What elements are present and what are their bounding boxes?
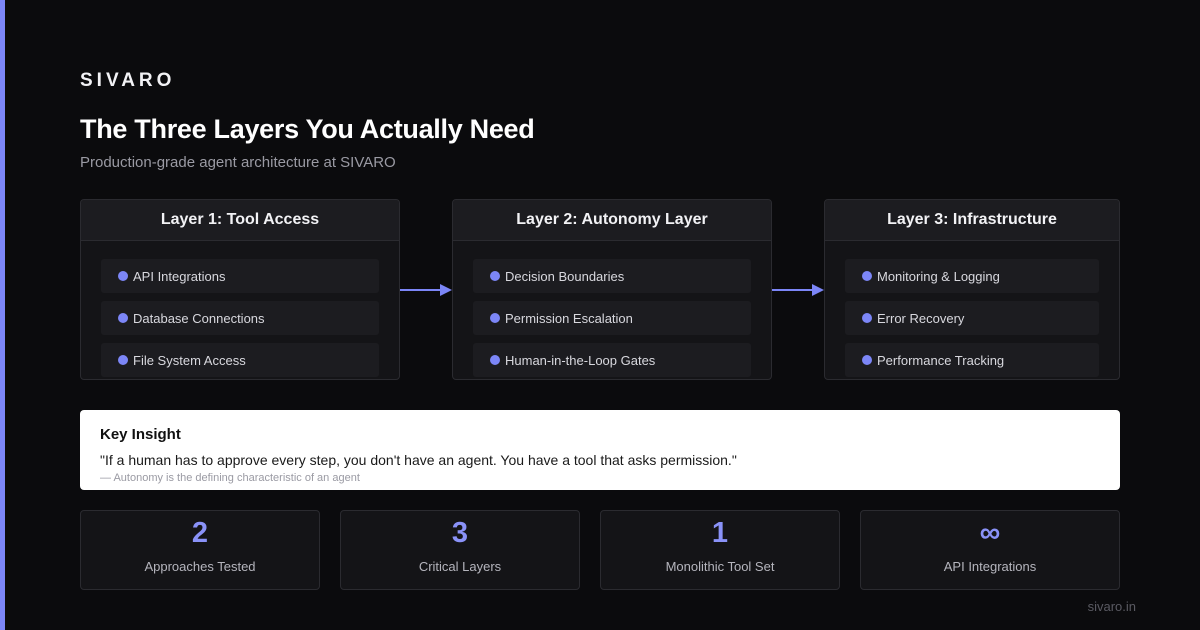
stat-label: Critical Layers: [418, 559, 502, 574]
layer-item: Monitoring & Logging: [845, 259, 1099, 293]
layer-card-autonomy: Layer 2: Autonomy Layer Decision Boundar…: [452, 199, 772, 380]
layer-item: Permission Escalation: [473, 301, 751, 335]
stat-value: 1: [711, 517, 729, 549]
layer-item: Performance Tracking: [845, 343, 1099, 377]
layer-item: File System Access: [101, 343, 379, 377]
layer-item-label: Error Recovery: [877, 310, 965, 326]
stat-value: 3: [451, 517, 469, 549]
layer-item: API Integrations: [101, 259, 379, 293]
arrow-right-icon: [400, 284, 452, 296]
layer-item-label: Decision Boundaries: [505, 268, 625, 284]
bullet-dot-icon: [862, 355, 872, 365]
stat-card: 3 Critical Layers: [340, 510, 580, 590]
insight-attribution: — Autonomy is the defining characteristi…: [100, 472, 360, 484]
bullet-dot-icon: [862, 313, 872, 323]
insight-quote: "If a human has to approve every step, y…: [100, 452, 737, 468]
brand-logo: SIVARO: [80, 70, 176, 91]
insight-title: Key Insight: [100, 426, 181, 443]
stat-value: 2: [191, 517, 209, 549]
layer-item: Database Connections: [101, 301, 379, 335]
bullet-dot-icon: [118, 271, 128, 281]
stat-label: Approaches Tested: [144, 559, 256, 574]
layer-item-label: Human-in-the-Loop Gates: [505, 352, 656, 368]
layer-item: Human-in-the-Loop Gates: [473, 343, 751, 377]
accent-bar: [0, 0, 5, 630]
footer-url: sivaro.in: [1087, 599, 1136, 614]
layer-item-label: File System Access: [133, 352, 246, 368]
bullet-dot-icon: [490, 313, 500, 323]
bullet-dot-icon: [118, 313, 128, 323]
layer-item: Decision Boundaries: [473, 259, 751, 293]
arrow-right-icon: [772, 284, 824, 296]
key-insight-card: Key Insight "If a human has to approve e…: [80, 410, 1120, 490]
stat-value: ∞: [979, 517, 1001, 549]
page-subtitle: Production-grade agent architecture at S…: [80, 154, 396, 171]
layer-item: Error Recovery: [845, 301, 1099, 335]
layer-card-tool-access: Layer 1: Tool Access API Integrations Da…: [80, 199, 400, 380]
layer-title: Layer 3: Infrastructure: [825, 200, 1119, 241]
stat-label: API Integrations: [943, 559, 1037, 574]
layer-card-infrastructure: Layer 3: Infrastructure Monitoring & Log…: [824, 199, 1120, 380]
bullet-dot-icon: [862, 271, 872, 281]
layer-item-label: Database Connections: [133, 310, 265, 326]
layer-item-label: Monitoring & Logging: [877, 268, 1000, 284]
page-title: The Three Layers You Actually Need: [80, 114, 535, 144]
stat-label: Monolithic Tool Set: [665, 559, 775, 574]
stat-card: ∞ API Integrations: [860, 510, 1120, 590]
bullet-dot-icon: [118, 355, 128, 365]
layer-title: Layer 1: Tool Access: [81, 200, 399, 241]
layer-title: Layer 2: Autonomy Layer: [453, 200, 771, 241]
stat-card: 2 Approaches Tested: [80, 510, 320, 590]
stat-card: 1 Monolithic Tool Set: [600, 510, 840, 590]
layer-item-label: Permission Escalation: [505, 310, 633, 326]
bullet-dot-icon: [490, 355, 500, 365]
layer-item-label: Performance Tracking: [877, 352, 1005, 368]
bullet-dot-icon: [490, 271, 500, 281]
layer-item-label: API Integrations: [133, 268, 226, 284]
